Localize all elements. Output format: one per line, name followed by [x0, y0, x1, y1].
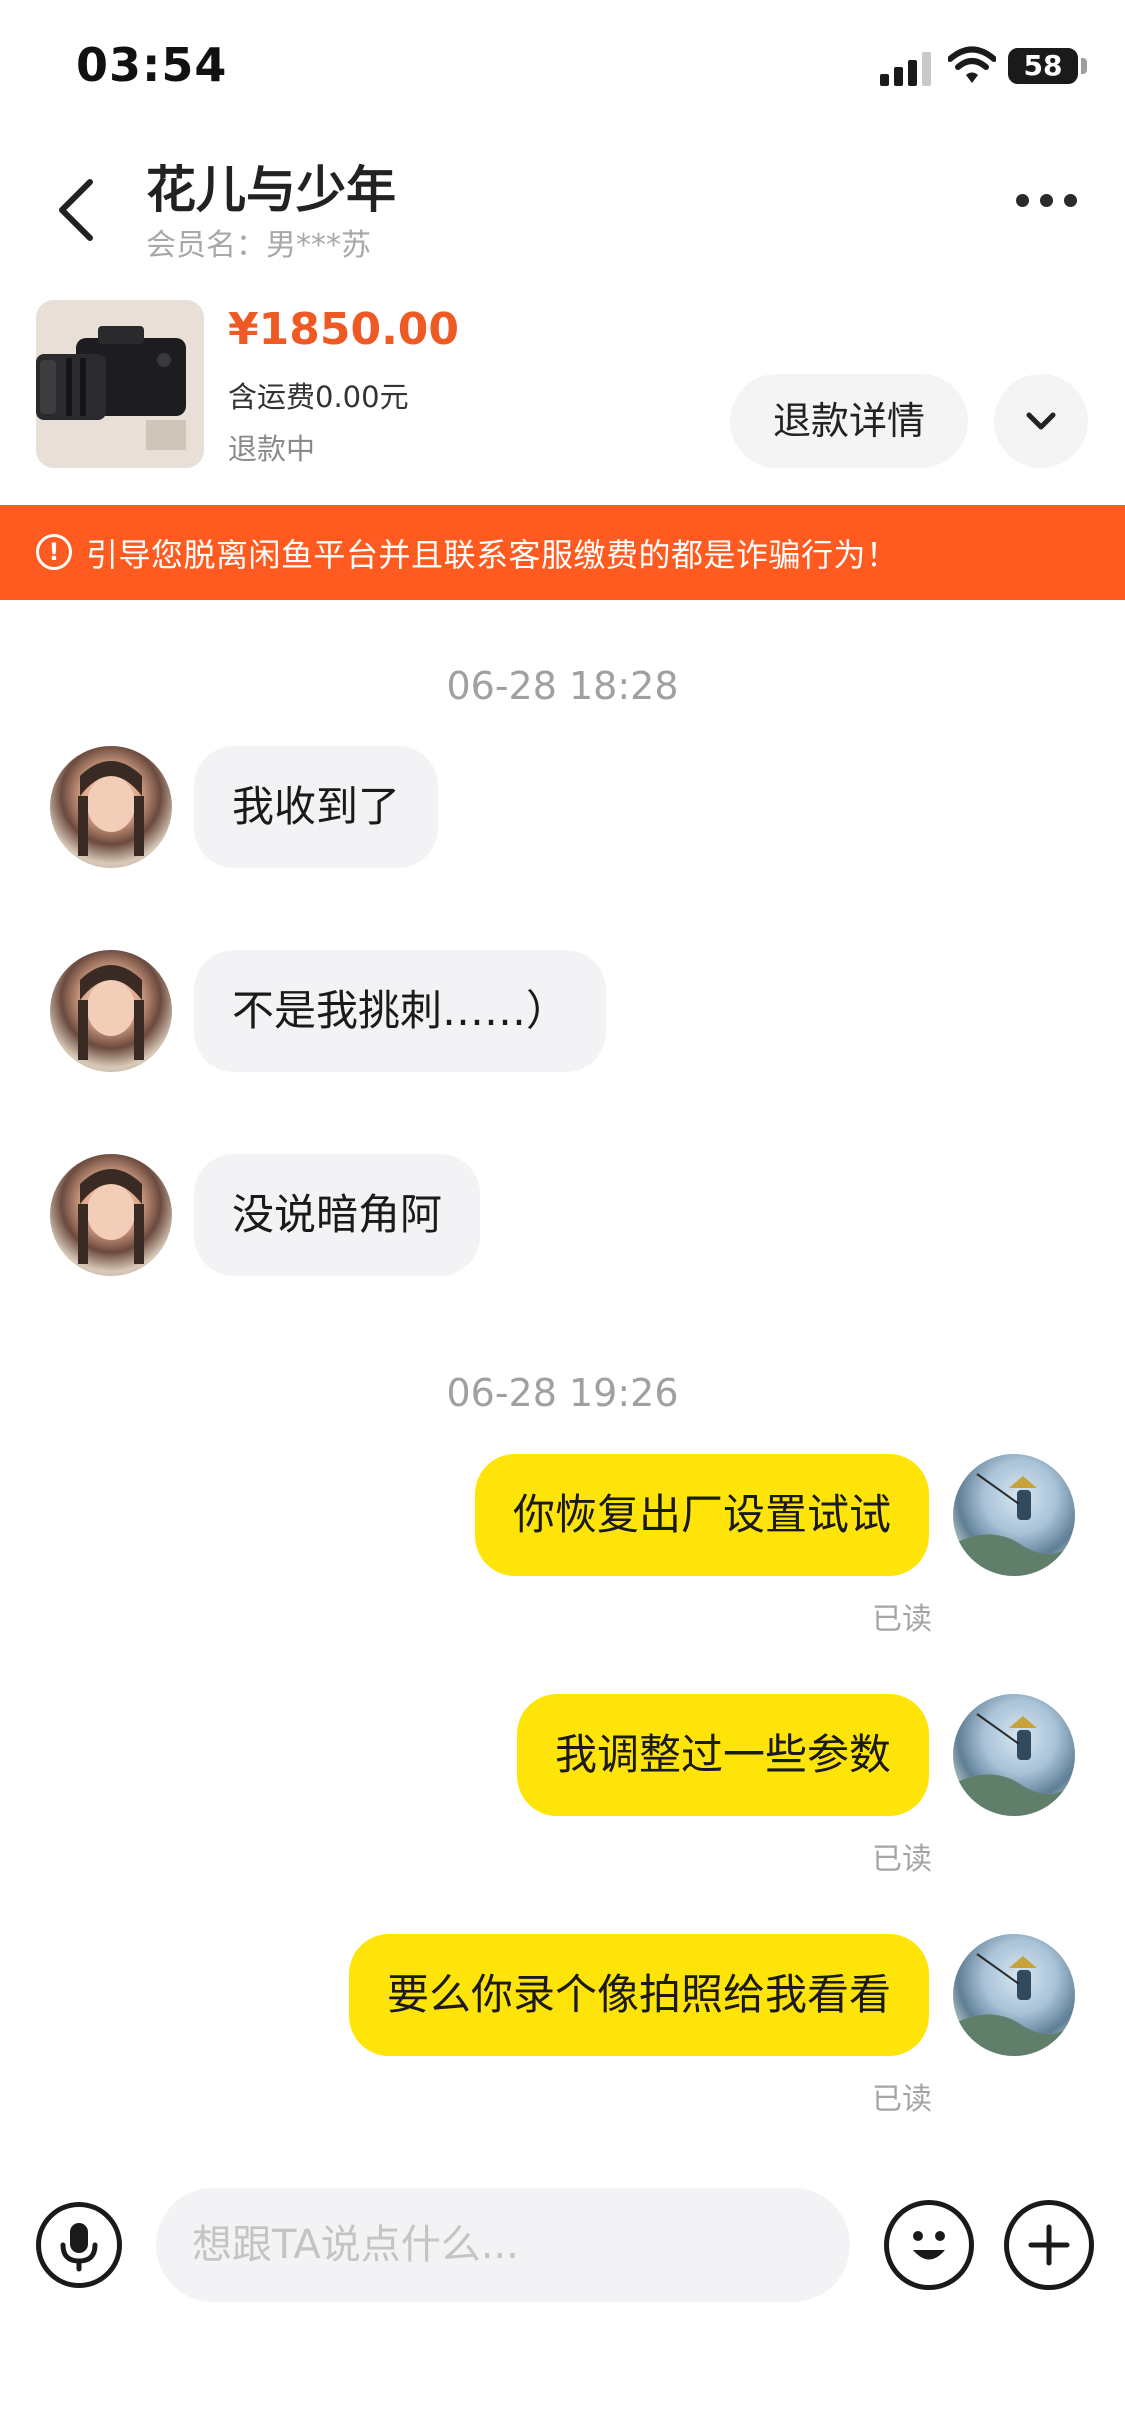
- smile-icon: [913, 2231, 945, 2260]
- fraud-warning-banner: ! 引导您脱离闲鱼平台并且联系客服缴费的都是诈骗行为！: [0, 505, 1125, 600]
- read-receipt: 已读: [872, 1842, 932, 1877]
- product-image[interactable]: [36, 300, 204, 468]
- battery-tip: [1081, 58, 1087, 74]
- incoming-message[interactable]: 没说暗角阿: [194, 1154, 481, 1276]
- message-timestamp: 06-28 19:26: [446, 1371, 679, 1415]
- battery-percent: 58: [1023, 49, 1063, 82]
- product-card[interactable]: ¥1850.00 含运费0.00元 退款中 退款详情: [0, 290, 1125, 500]
- contact-avatar[interactable]: [50, 746, 172, 868]
- chat-page: 03:54 58 花儿与少年 会员名：男***苏 ¥1850.00 含运费0.0…: [0, 0, 1125, 2436]
- incoming-message[interactable]: 不是我挑刺……）: [194, 950, 607, 1072]
- warning-icon: !: [36, 534, 72, 570]
- status-bar: 03:54 58: [0, 0, 1125, 140]
- read-receipt: 已读: [872, 2082, 932, 2117]
- outgoing-message[interactable]: 我调整过一些参数: [516, 1694, 929, 1816]
- chevron-down-icon: [1026, 412, 1056, 430]
- message-timestamp: 06-28 18:28: [446, 664, 679, 708]
- contact-avatar-art: [78, 1169, 144, 1264]
- signal-icon: [880, 52, 931, 86]
- my-avatar[interactable]: [953, 1694, 1075, 1816]
- back-arrow-icon[interactable]: [50, 170, 100, 250]
- emoji-button[interactable]: [884, 2200, 974, 2290]
- expand-button[interactable]: [994, 374, 1088, 468]
- camera-icon: [36, 300, 204, 468]
- contact-avatar-art: [78, 965, 144, 1060]
- contact-avatar-art: [78, 761, 144, 856]
- my-avatar[interactable]: [953, 1934, 1075, 2056]
- chat-header: 花儿与少年 会员名：男***苏: [0, 140, 1125, 290]
- message-input[interactable]: [156, 2188, 850, 2302]
- wifi-icon: [948, 46, 996, 83]
- voice-button[interactable]: [36, 2202, 122, 2288]
- my-avatar-art: [953, 1953, 1075, 2056]
- warning-text: 引导您脱离闲鱼平台并且联系客服缴费的都是诈骗行为！: [86, 536, 899, 574]
- status-time: 03:54: [76, 38, 228, 92]
- more-actions-button[interactable]: [1004, 2200, 1094, 2290]
- order-status: 退款中: [228, 432, 316, 466]
- refund-details-button[interactable]: 退款详情: [730, 374, 968, 468]
- message-input-bar: [0, 2170, 1125, 2320]
- incoming-message[interactable]: 我收到了: [194, 746, 439, 868]
- my-avatar-art: [953, 1473, 1075, 1576]
- contact-avatar[interactable]: [50, 950, 172, 1072]
- outgoing-message[interactable]: 要么你录个像拍照给我看看: [348, 1934, 929, 2056]
- shipping-fee: 含运费0.00元: [228, 380, 409, 414]
- my-avatar[interactable]: [953, 1454, 1075, 1576]
- microphone-icon: [60, 2223, 98, 2272]
- member-name: 会员名：男***苏: [146, 228, 371, 263]
- outgoing-message[interactable]: 你恢复出厂设置试试: [474, 1454, 929, 1576]
- chat-title: 花儿与少年: [146, 161, 396, 219]
- read-receipt: 已读: [872, 1602, 932, 1637]
- product-price: ¥1850.00: [228, 304, 460, 355]
- battery-icon: 58: [1008, 48, 1078, 84]
- more-options-icon[interactable]: [1010, 180, 1082, 220]
- my-avatar-art: [953, 1713, 1075, 1816]
- home-indicator-area: [0, 2390, 1125, 2436]
- plus-icon: [1028, 2224, 1070, 2266]
- contact-avatar[interactable]: [50, 1154, 172, 1276]
